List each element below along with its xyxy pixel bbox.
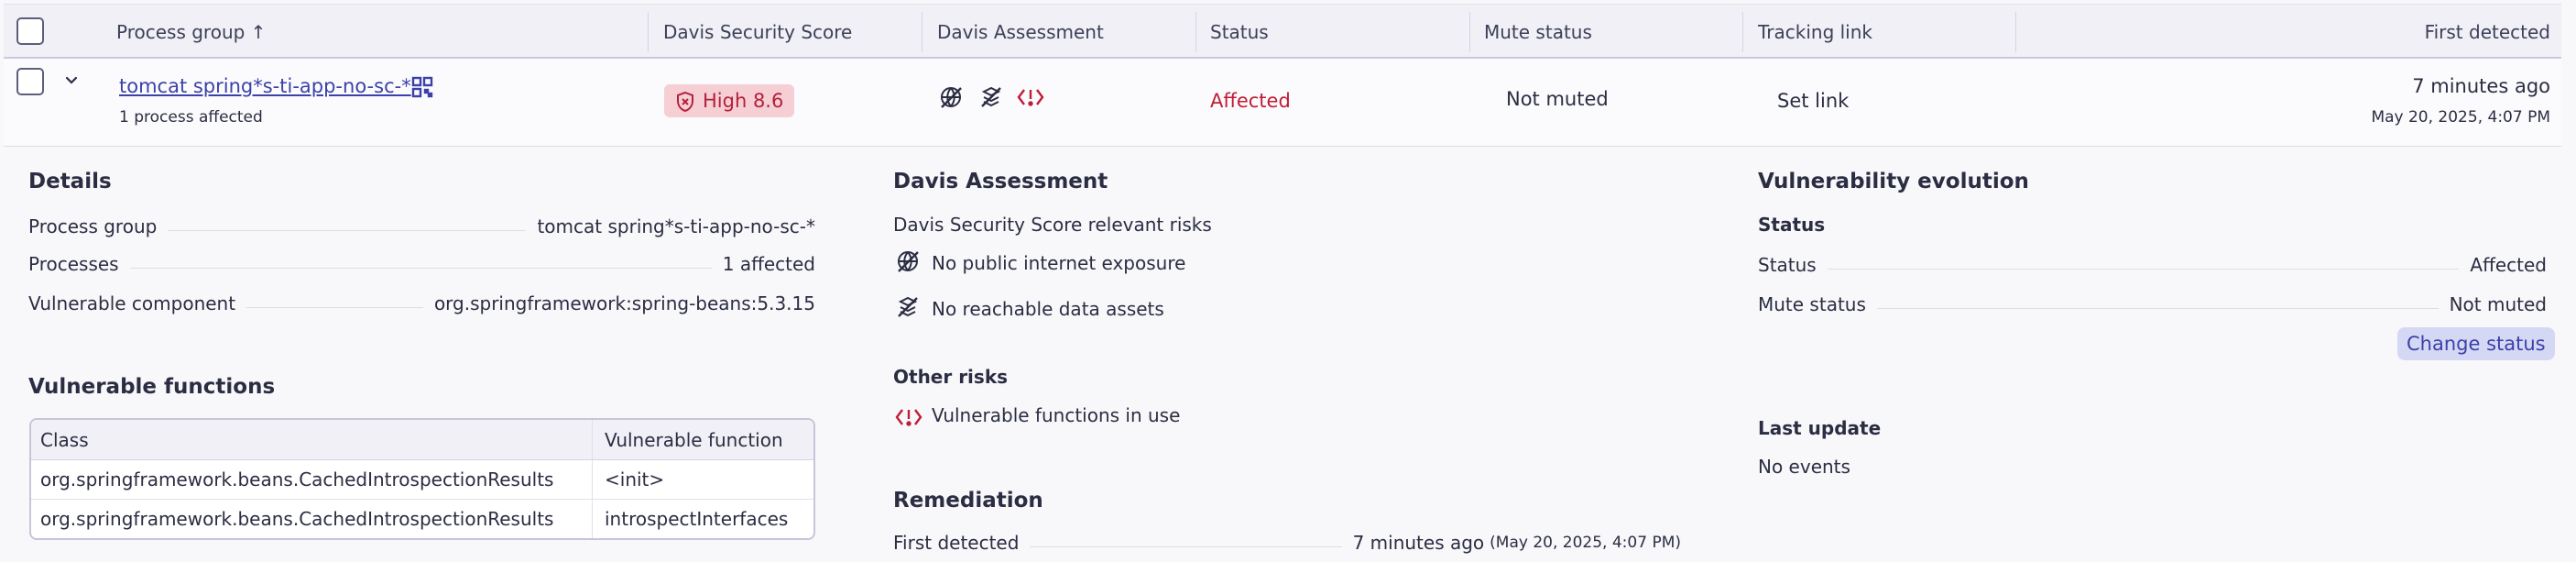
function-class: org.springframework.beans.CachedIntrospe…	[40, 468, 554, 490]
remediation-first-date: (May 20, 2025, 4:07 PM)	[1490, 534, 1681, 552]
relevant-risks-label: Davis Security Score relevant risks	[893, 214, 1212, 236]
evolution-status: Status Affected	[1758, 251, 2547, 279]
detail-vulnerable-component: Vulnerable component org.springframework…	[28, 290, 815, 317]
column-tracking-link[interactable]: Tracking link	[1758, 5, 1872, 60]
functions-table-header: Class Vulnerable function	[31, 420, 813, 460]
evolution-status-title: Status	[1758, 214, 1826, 236]
processes-affected-count: 1 process affected	[119, 108, 263, 127]
evolution-mute-value: Not muted	[2449, 293, 2547, 315]
remediation-first-detected: First detected 7 minutes ago (May 20, 20…	[893, 529, 1681, 556]
column-first-detected[interactable]: First detected	[2425, 5, 2550, 60]
last-update-title: Last update	[1758, 417, 1882, 439]
function-class: org.springframework.beans.CachedIntrospe…	[40, 508, 554, 530]
qr-grid-icon[interactable]	[410, 75, 434, 104]
row-checkbox[interactable]	[16, 68, 44, 95]
risk-no-internet-exposure: No public internet exposure	[932, 252, 1186, 274]
security-score-badge: High 8.6	[664, 84, 795, 117]
evolution-status-label: Status	[1758, 254, 1817, 276]
functions-col-function[interactable]: Vulnerable function	[605, 420, 783, 460]
detail-component-value: org.springframework:spring-beans:5.3.15	[433, 292, 815, 314]
no-internet-exposure-icon	[895, 248, 921, 279]
assessment-title: Davis Assessment	[893, 170, 1108, 193]
detail-process-group: Process group tomcat spring*s-ti-app-no-…	[28, 213, 815, 240]
risk-vulnerable-functions: Vulnerable functions in use	[932, 404, 1181, 426]
vulnerable-functions-title: Vulnerable functions	[28, 375, 276, 399]
no-internet-exposure-icon	[938, 84, 964, 115]
change-status-button[interactable]: Change status	[2397, 327, 2555, 360]
evolution-mute-label: Mute status	[1758, 293, 1866, 315]
column-mute-status[interactable]: Mute status	[1484, 5, 1592, 60]
evolution-mute-status: Mute status Not muted	[1758, 291, 2547, 318]
detail-processes: Processes 1 affected	[28, 250, 815, 278]
detail-process-group-label: Process group	[28, 215, 158, 237]
column-status[interactable]: Status	[1210, 5, 1269, 60]
process-group-link[interactable]: tomcat spring*s-ti-app-no-sc-*	[119, 75, 411, 97]
detail-processes-value: 1 affected	[722, 253, 815, 275]
no-data-assets-icon	[978, 84, 1004, 115]
security-score-label: High 8.6	[703, 90, 784, 112]
column-process-group[interactable]: Process group ↑	[116, 5, 266, 60]
first-detected-date: May 20, 2025, 4:07 PM	[2371, 108, 2550, 127]
table-row[interactable]: tomcat spring*s-ti-app-no-sc-* 1 process…	[4, 59, 2561, 147]
table-row: org.springframework.beans.CachedIntrospe…	[31, 500, 813, 538]
last-update-value: No events	[1758, 456, 1850, 478]
functions-col-class[interactable]: Class	[40, 420, 89, 460]
evolution-status-value: Affected	[2470, 254, 2547, 276]
detail-processes-label: Processes	[28, 253, 119, 275]
row-details-panel: Details Process group tomcat spring*s-ti…	[4, 148, 2561, 562]
remediation-first-value: 7 minutes ago	[1352, 532, 1485, 554]
detail-process-group-value: tomcat spring*s-ti-app-no-sc-*	[537, 215, 815, 237]
shield-x-icon	[675, 90, 695, 123]
first-detected-relative: 7 minutes ago	[2412, 75, 2550, 97]
table-row: org.springframework.beans.CachedIntrospe…	[31, 460, 813, 500]
table-header: Process group ↑ Davis Security Score Dav…	[4, 4, 2561, 59]
detail-component-label: Vulnerable component	[28, 292, 236, 314]
vulnerable-functions-table: Class Vulnerable function org.springfram…	[29, 418, 815, 540]
status-value: Affected	[1210, 90, 1291, 112]
no-data-assets-icon	[895, 294, 921, 325]
set-link-button[interactable]: Set link	[1777, 90, 1849, 112]
other-risks-title: Other risks	[893, 366, 1009, 388]
select-all-checkbox[interactable]	[16, 17, 44, 45]
mute-status-value: Not muted	[1506, 88, 1609, 110]
function-name: introspectInterfaces	[605, 508, 789, 530]
risk-no-data-assets: No reachable data assets	[932, 298, 1164, 320]
function-name: <init>	[605, 468, 665, 490]
column-score[interactable]: Davis Security Score	[663, 5, 852, 60]
remediation-first-label: First detected	[893, 532, 1020, 554]
vulnerable-functions-icon	[895, 406, 922, 433]
chevron-down-icon[interactable]	[62, 72, 81, 94]
column-assessment[interactable]: Davis Assessment	[937, 5, 1104, 60]
vulnerable-functions-icon	[1017, 86, 1044, 113]
remediation-title: Remediation	[893, 489, 1043, 512]
details-title: Details	[28, 170, 112, 193]
evolution-title: Vulnerability evolution	[1758, 170, 2029, 193]
